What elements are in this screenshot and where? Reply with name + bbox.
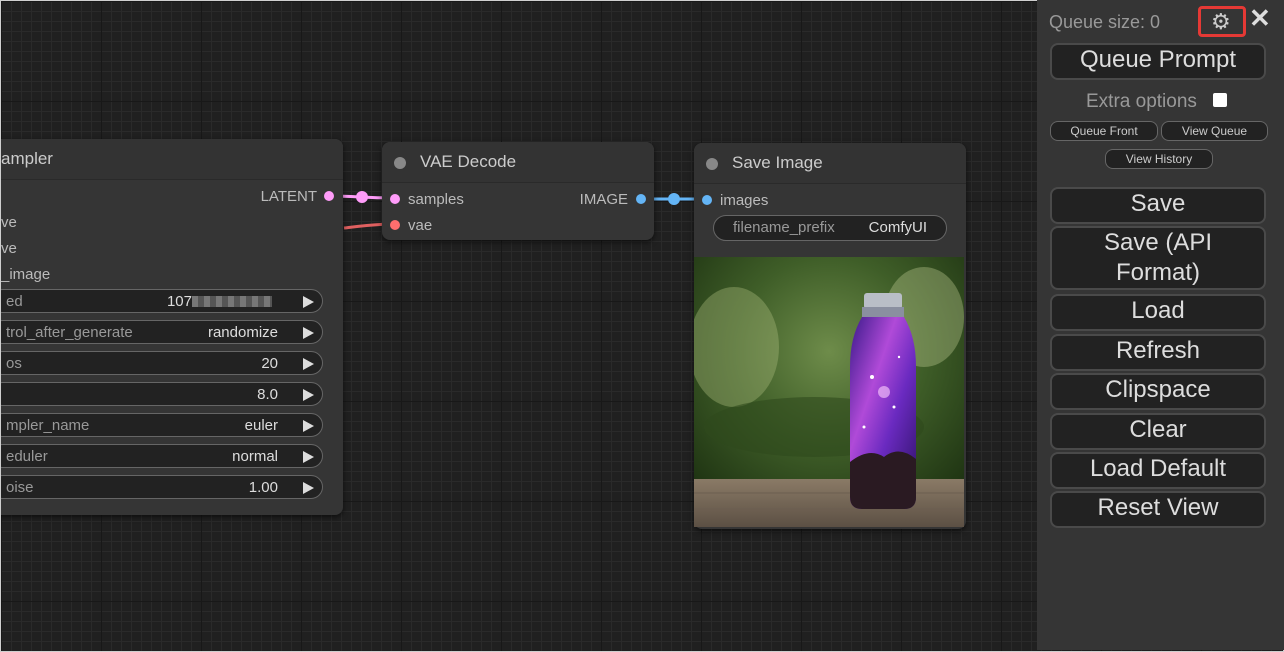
- vae-decode-title: VAE Decode: [420, 152, 517, 171]
- widget-cfg-value: 8.0: [257, 386, 278, 403]
- widget-control-arrow-icon[interactable]: [303, 327, 314, 339]
- ksampler-latent-output-dot[interactable]: [324, 191, 334, 201]
- ksampler-input-positive: ve: [1, 214, 17, 231]
- node-collapse-dot[interactable]: [706, 158, 718, 170]
- vae-image-output-dot[interactable]: [636, 194, 646, 204]
- widget-scheduler-arrow-icon[interactable]: [303, 451, 314, 463]
- filename-prefix-field[interactable]: filename_prefix ComfyUI: [713, 215, 947, 241]
- widget-denoise-arrow-icon[interactable]: [303, 482, 314, 494]
- vae-output-label: IMAGE: [579, 191, 628, 208]
- widget-scheduler[interactable]: eduler normal: [1, 444, 323, 468]
- widget-seed[interactable]: ed 107: [1, 289, 323, 313]
- bottle-image-graphic: [694, 257, 964, 527]
- close-icon[interactable]: ✕: [1249, 3, 1271, 33]
- view-queue-button[interactable]: View Queue: [1161, 121, 1268, 141]
- widget-sampler-arrow-icon[interactable]: [303, 420, 314, 432]
- vae-samples-label: samples: [408, 191, 464, 208]
- widget-control-label: trol_after_generate: [6, 324, 133, 341]
- widget-steps-label: os: [6, 355, 22, 372]
- save-image-title: Save Image: [732, 153, 823, 172]
- ksampler-output-label: LATENT: [260, 188, 317, 205]
- latent-link-midpoint: [356, 191, 368, 203]
- vae-vae-label: vae: [408, 217, 433, 234]
- widget-steps-value: 20: [261, 355, 278, 372]
- widget-control-value: randomize: [207, 324, 278, 341]
- widget-sampler-value: euler: [244, 417, 278, 434]
- widget-denoise-label: oise: [6, 479, 34, 496]
- ksampler-input-latent-image: _image: [1, 266, 51, 283]
- queue-prompt-button[interactable]: Queue Prompt: [1050, 43, 1266, 80]
- widget-seed-arrow-icon[interactable]: [303, 296, 314, 308]
- comfy-menu-panel: Queue size: 0 ⚙ ✕ Queue Prompt Extra opt…: [1037, 0, 1284, 650]
- save-images-input-dot[interactable]: [702, 195, 712, 205]
- widget-seed-value: 107: [166, 293, 192, 310]
- image-link-midpoint: [668, 193, 680, 205]
- save-api-format-button[interactable]: Save (API Format): [1050, 226, 1266, 290]
- vae-vae-input-dot[interactable]: [390, 220, 400, 230]
- save-button[interactable]: Save: [1050, 187, 1266, 224]
- widget-cfg-arrow-icon[interactable]: [303, 389, 314, 401]
- widget-scheduler-value: normal: [232, 448, 278, 465]
- save-images-label: images: [720, 192, 769, 209]
- extra-options-label: Extra options: [1086, 91, 1197, 112]
- load-button[interactable]: Load: [1050, 294, 1266, 331]
- node-collapse-dot[interactable]: [394, 157, 406, 169]
- queue-front-button[interactable]: Queue Front: [1050, 121, 1158, 141]
- widget-steps[interactable]: os 20: [1, 351, 323, 375]
- widget-seed-label: ed: [6, 293, 23, 310]
- clear-button[interactable]: Clear: [1050, 413, 1266, 450]
- widget-sampler-label: mpler_name: [6, 417, 90, 434]
- widget-steps-arrow-icon[interactable]: [303, 358, 314, 370]
- gear-icon: ⚙: [1211, 9, 1231, 34]
- save-image-header: Save Image: [694, 143, 966, 184]
- vae-decode-header: VAE Decode: [382, 142, 654, 183]
- filename-prefix-value: ComfyUI: [868, 219, 927, 236]
- widget-seed-redacted: [192, 296, 272, 307]
- load-default-button[interactable]: Load Default: [1050, 452, 1266, 489]
- filename-prefix-label: filename_prefix: [733, 219, 835, 236]
- output-image-bottle[interactable]: [694, 257, 964, 527]
- vae-samples-input-dot[interactable]: [390, 194, 400, 204]
- refresh-button[interactable]: Refresh: [1050, 334, 1266, 371]
- reset-view-button[interactable]: Reset View: [1050, 491, 1266, 528]
- widget-sampler-name[interactable]: mpler_name euler: [1, 413, 323, 437]
- widget-denoise[interactable]: oise 1.00: [1, 475, 323, 499]
- queue-size-label: Queue size: 0: [1049, 12, 1161, 32]
- widget-denoise-value: 1.00: [248, 479, 278, 496]
- widget-scheduler-label: eduler: [6, 448, 48, 465]
- ksampler-title: ampler: [1, 139, 343, 180]
- save-image-node[interactable]: Save Image images filename_prefix ComfyU…: [694, 143, 966, 529]
- view-history-button[interactable]: View History: [1105, 149, 1213, 169]
- ksampler-input-negative: ve: [1, 240, 17, 257]
- clipspace-button[interactable]: Clipspace: [1050, 373, 1266, 410]
- widget-cfg[interactable]: 8.0: [1, 382, 323, 406]
- vae-decode-node[interactable]: VAE Decode samples vae IMAGE: [382, 142, 654, 240]
- ksampler-node[interactable]: ampler LATENT ve ve _image ed 107 trol_a…: [1, 139, 343, 515]
- widget-control-after-generate[interactable]: trol_after_generate randomize: [1, 320, 323, 344]
- extra-options-checkbox[interactable]: [1213, 93, 1227, 107]
- settings-button[interactable]: ⚙: [1198, 6, 1246, 37]
